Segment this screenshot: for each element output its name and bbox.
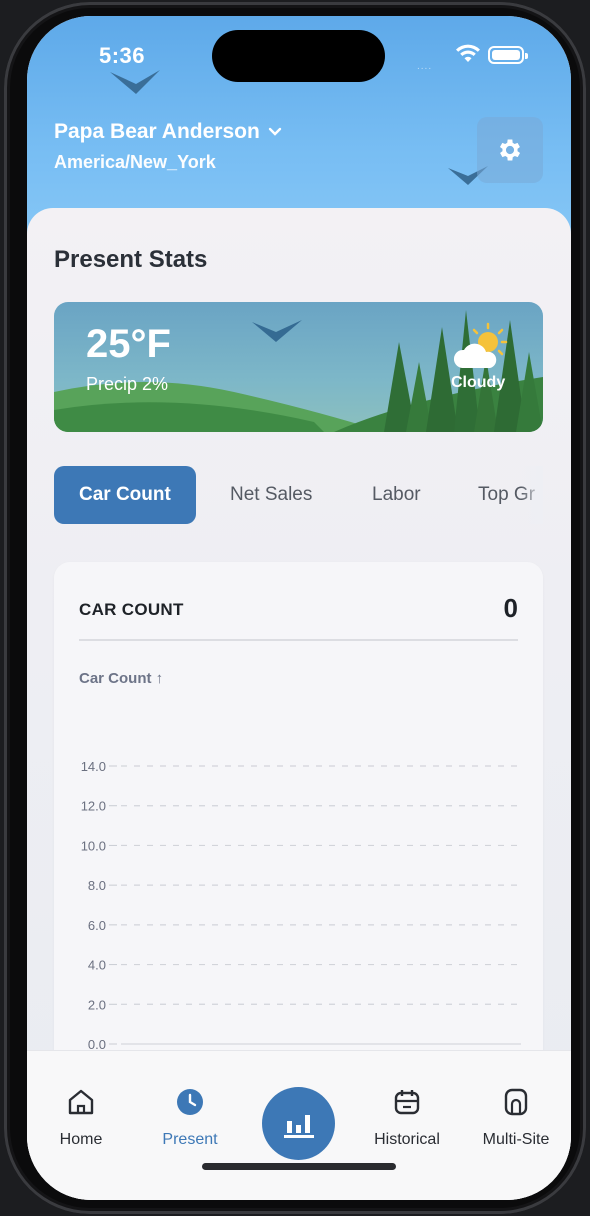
y-tick-label: 6.0 [88,918,106,933]
settings-button[interactable] [477,117,543,183]
battery-icon [488,46,528,64]
precipitation: Precip 2% [86,374,169,394]
wifi-icon [456,44,480,62]
tab-home-label: Home [59,1131,103,1148]
weather-card: 25°F Precip 2% Cloudy [54,302,543,432]
chevron-down-icon [268,127,281,136]
tab-multi-site[interactable]: Multi-Site [461,1085,571,1149]
device-frame: 5:36 .... Papa Bear Anderson America/New… [0,0,590,1216]
location-selector[interactable]: Papa Bear Anderson America/New_York [54,120,282,173]
bird-icon [252,320,302,342]
calendar-icon [394,1090,420,1115]
y-tick-label: 12.0 [81,799,106,814]
tab-present-label: Present [162,1131,218,1148]
y-tick-label: 2.0 [88,997,106,1012]
home-icon [68,1089,94,1115]
status-time: 5:36 [99,43,146,68]
y-tick-label: 10.0 [81,838,106,853]
status-bar: 5:36 .... [27,16,571,86]
bottom-tab-bar: Home Present Historical Multi-Site [27,1050,571,1200]
tab-car-count[interactable]: Car Count [54,466,196,524]
tab-historical-label: Historical [374,1131,440,1148]
clock-icon [177,1089,203,1115]
y-tick-label: 8.0 [88,878,106,893]
home-indicator [202,1163,396,1170]
metric-tabs: Car Count Net Sales Labor Top Gr [54,466,543,524]
timezone-label: America/New_York [54,152,216,172]
gear-icon [499,139,521,161]
tab-present[interactable]: Present [135,1085,245,1149]
user-name: Papa Bear Anderson [54,120,260,143]
tab-historical[interactable]: Historical [352,1085,462,1149]
tab-home[interactable]: Home [27,1085,136,1149]
user-name-row[interactable]: Papa Bear Anderson [54,120,282,144]
building-icon [504,1088,528,1116]
car-count-chart: 14.012.010.08.06.04.02.00.06789101112123… [81,759,521,1077]
tab-multi-site-label: Multi-Site [482,1131,550,1148]
y-tick-label: 14.0 [81,759,106,774]
tab-labor[interactable]: Labor [372,466,421,524]
app-screen: 5:36 .... Papa Bear Anderson America/New… [27,16,571,1200]
y-tick-label: 4.0 [88,958,106,973]
tab-net-sales[interactable]: Net Sales [230,466,312,524]
tabs-fade [521,466,543,524]
temperature: 25°F [86,322,171,366]
section-title: Present Stats [54,246,208,273]
signal-dots: .... [417,61,433,72]
bird-icon [110,70,160,94]
dashboard-center-button[interactable] [262,1087,335,1160]
bar-chart-icon [283,1114,314,1138]
weather-condition: Cloudy [451,374,506,391]
car-count-card: CAR COUNT 0 Car Count ↑ 14.0 12.0 10.0 8.0 6… [54,562,543,1122]
partly-cloudy-icon [453,322,508,368]
dynamic-island [212,30,385,82]
